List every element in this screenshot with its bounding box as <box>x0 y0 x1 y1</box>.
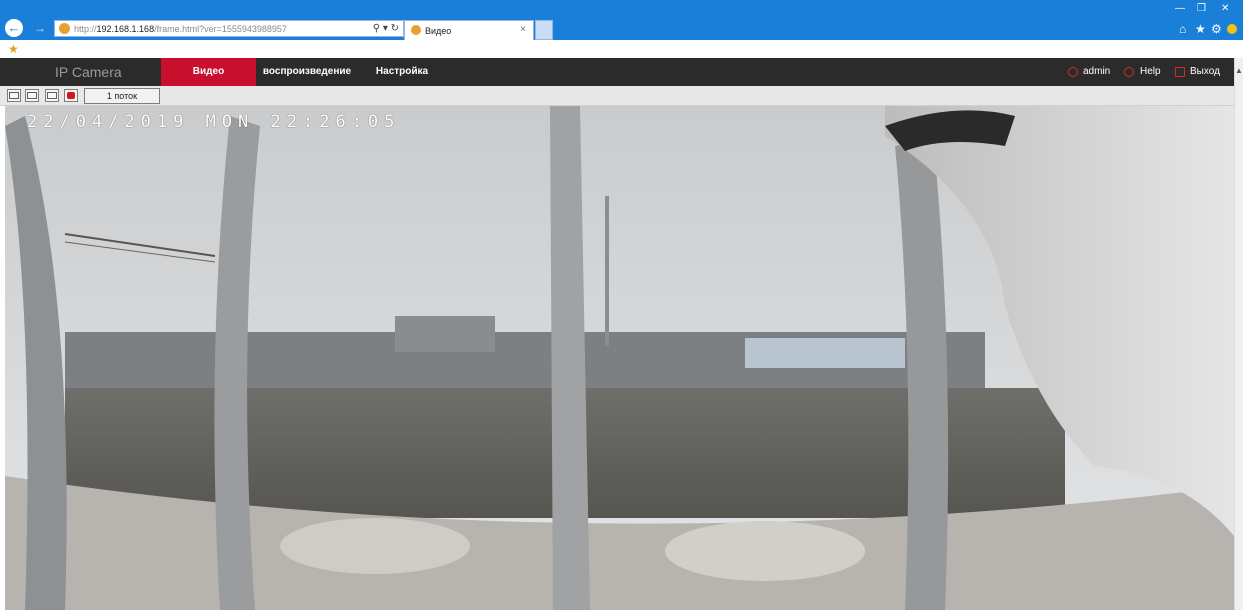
scroll-up-arrow-icon[interactable]: ▲ <box>1235 66 1243 76</box>
view-original-icon <box>9 92 19 99</box>
add-favorites-icon[interactable]: ★ <box>8 42 19 56</box>
fullscreen-button[interactable] <box>45 89 59 102</box>
camera-scene-image <box>5 106 1234 610</box>
address-bar[interactable]: http://192.168.1.168/frame.html?ver=1555… <box>54 20 404 37</box>
window-controls: — ❐ ✕ <box>1175 2 1235 16</box>
tab-close-icon[interactable]: × <box>520 24 526 36</box>
forward-arrow-icon[interactable]: → <box>33 19 47 37</box>
site-favicon-icon <box>59 23 70 34</box>
view-fit-button[interactable] <box>25 89 39 102</box>
favorites-bar: ★ <box>0 40 1243 58</box>
video-toolbar: 1 поток <box>0 86 1234 106</box>
gear-icon[interactable]: ⚙ <box>1211 21 1222 37</box>
favorites-star-icon[interactable]: ★ <box>1195 21 1206 37</box>
restore-icon[interactable]: ❐ <box>1197 2 1206 16</box>
view-fit-icon <box>27 92 37 99</box>
osd-timestamp: 22/04/2019 MON 22:26:05 <box>27 112 401 132</box>
tab-favicon-icon <box>411 25 421 35</box>
help-icon <box>1124 67 1134 77</box>
logout-link[interactable]: Выход <box>1190 58 1220 86</box>
stream-select-button[interactable]: 1 поток <box>84 88 160 104</box>
nav-tab-playback[interactable]: воспроизведение <box>262 58 352 86</box>
logout-icon <box>1175 67 1185 77</box>
tab-title: Видео <box>425 26 452 36</box>
view-original-size-button[interactable] <box>7 89 21 102</box>
home-icon[interactable]: ⌂ <box>1179 21 1186 37</box>
url-path: /frame.html?ver=1555943988957 <box>154 24 287 34</box>
back-arrow-icon[interactable]: ← <box>5 19 23 37</box>
minimize-icon[interactable]: — <box>1175 2 1185 16</box>
nav-tab-settings[interactable]: Настройка <box>374 58 430 86</box>
url-host: 192.168.1.168 <box>96 24 155 34</box>
search-refresh-icon[interactable]: ⚲ ▾ ↻ <box>373 22 399 36</box>
tab-video[interactable]: Видео × <box>404 20 534 40</box>
close-window-icon[interactable]: ✕ <box>1221 2 1229 16</box>
brand-title: IP Camera <box>55 64 122 80</box>
address-url[interactable]: http://192.168.1.168/frame.html?ver=1555… <box>74 23 287 35</box>
app-nav-bar: IP Camera Видео воспроизведение Настройк… <box>0 58 1234 86</box>
nav-tab-video[interactable]: Видео <box>161 58 256 86</box>
user-icon <box>1068 67 1078 77</box>
record-button[interactable] <box>64 89 78 102</box>
browser-titlebar: ← → http://192.168.1.168/frame.html?ver=… <box>0 0 1243 40</box>
user-link[interactable]: admin <box>1083 58 1110 86</box>
live-video-feed[interactable]: 22/04/2019 MON 22:26:05 <box>5 106 1234 610</box>
url-prefix: http:// <box>74 24 97 34</box>
help-link[interactable]: Help <box>1140 58 1161 86</box>
browser-tools: ⌂ ★ ⚙ <box>1179 21 1239 37</box>
fullscreen-icon <box>47 92 57 99</box>
page-scrollbar[interactable]: ▲ <box>1234 58 1243 610</box>
feedback-smiley-icon[interactable] <box>1227 24 1237 34</box>
record-icon <box>67 92 75 99</box>
new-tab-button[interactable] <box>535 20 553 40</box>
